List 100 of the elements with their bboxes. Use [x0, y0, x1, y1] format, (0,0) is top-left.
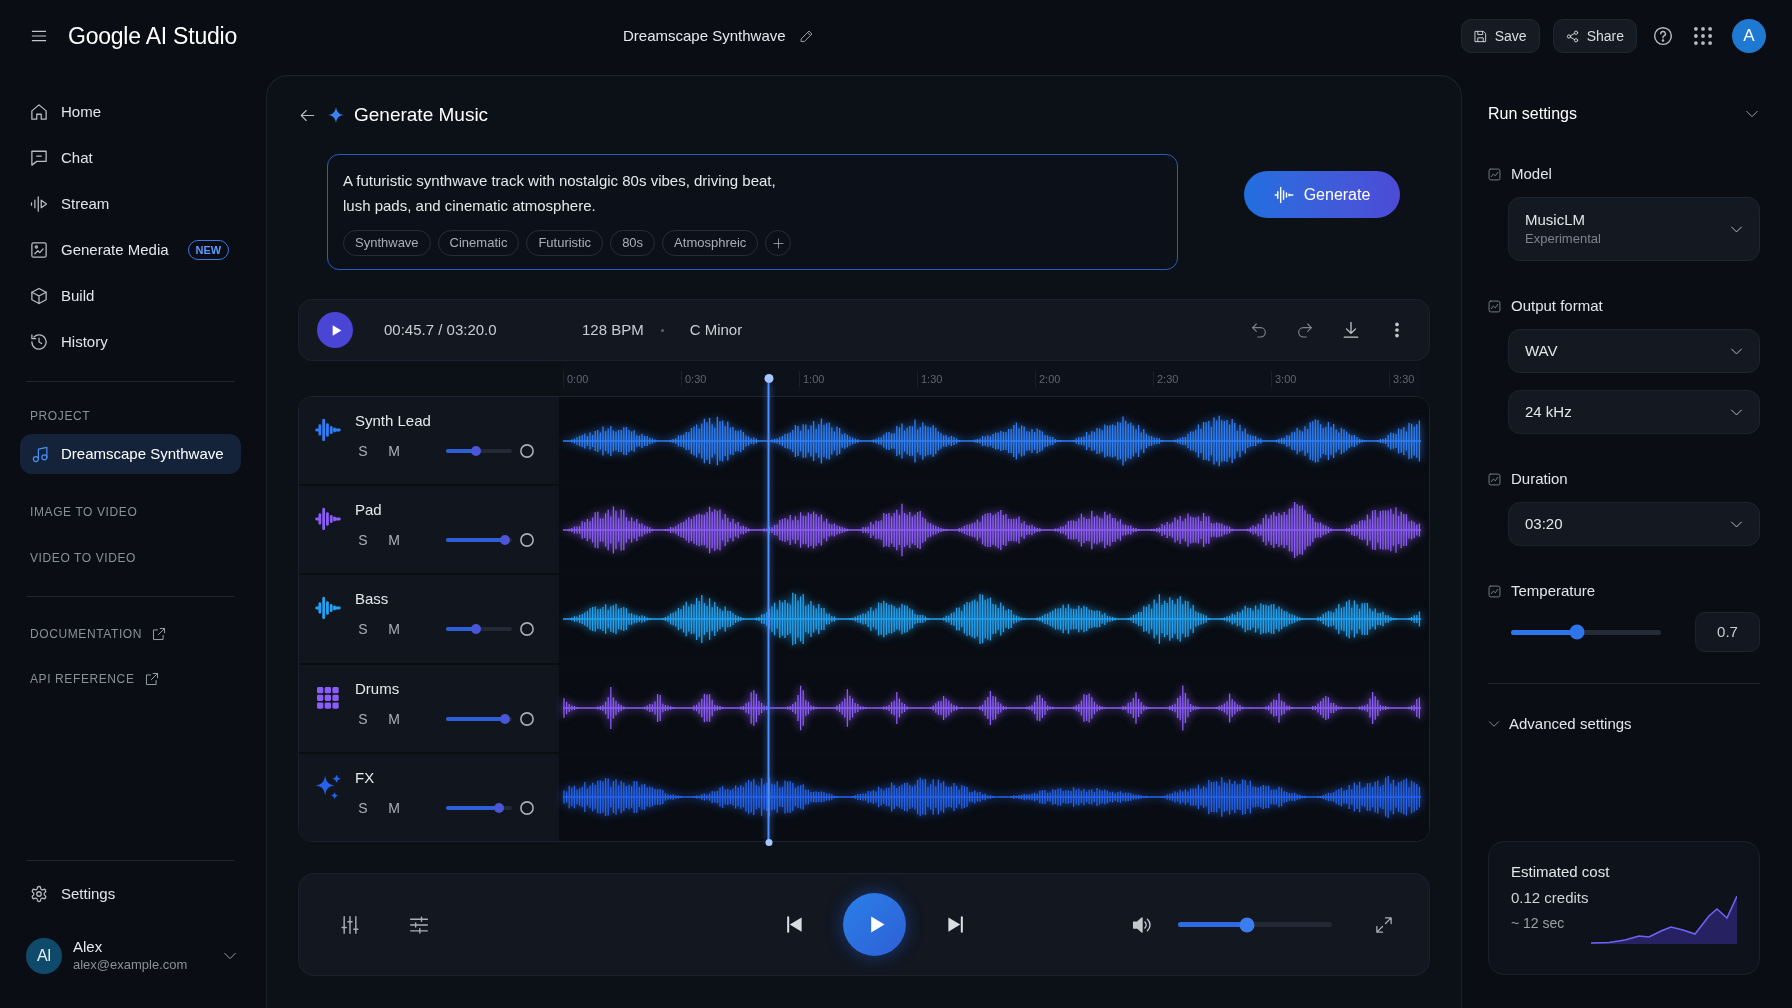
section-link[interactable]: IMAGE TO VIDEO [30, 504, 138, 520]
play-button[interactable] [317, 312, 353, 348]
back-arrow-icon [298, 107, 316, 123]
time-tick: 3:00 [1275, 371, 1297, 386]
mute-button[interactable]: M [385, 708, 403, 729]
chevron-down-icon [1488, 718, 1500, 730]
playhead-handle[interactable] [764, 374, 774, 383]
share-icon [1565, 29, 1579, 43]
chart-icon [1488, 472, 1501, 486]
slider-thumb[interactable] [493, 802, 504, 813]
ring-icon [520, 444, 534, 458]
nav-item[interactable]: Home [20, 89, 241, 135]
user-avatar[interactable]: A [1732, 19, 1766, 53]
expand-icon [1375, 915, 1393, 934]
save-button[interactable]: Save [1460, 19, 1540, 53]
more-icon [1395, 322, 1399, 338]
project-item[interactable]: Dreamscape Synthwave [20, 434, 241, 474]
ring-icon [520, 800, 534, 815]
slider-thumb[interactable] [470, 446, 481, 456]
generate-button[interactable]: Generate [1244, 171, 1400, 218]
user-avatar[interactable]: Al [26, 937, 62, 974]
image-icon [30, 241, 48, 259]
chat-icon [30, 149, 48, 167]
time-tick: 2:30 [1157, 371, 1179, 386]
cost-duration: ~ 12 sec [1511, 914, 1566, 933]
dropdown[interactable]: MusicLM Experimental [1508, 197, 1760, 261]
play-button[interactable] [843, 893, 906, 956]
volume-slider[interactable] [446, 805, 512, 810]
chart-icon [1488, 299, 1501, 313]
stream-icon [30, 195, 48, 213]
external-link-icon [152, 627, 166, 641]
ring-icon [520, 711, 534, 726]
nav-item[interactable]: Chat [20, 135, 241, 181]
nav-item[interactable]: Stream [20, 181, 241, 227]
solo-button[interactable]: S [355, 530, 371, 551]
prompt-input[interactable]: A futuristic synthwave track with nostalgic 80s vibes, driving beat, lush pads, and cinematic atmosphere. [343, 168, 795, 218]
slider-thumb[interactable] [500, 713, 511, 724]
save-icon [1473, 29, 1487, 43]
settings-icon [30, 885, 48, 903]
mute-button[interactable]: M [385, 530, 403, 551]
volume-slider[interactable] [446, 627, 512, 632]
time-tick: 2:00 [1039, 371, 1061, 386]
ring-icon [520, 533, 534, 548]
time-tick: 3:30 [1393, 371, 1415, 386]
project-title: Dreamscape Synthwave [623, 25, 786, 46]
chart-icon [1488, 167, 1501, 181]
setting-label: Output format [1511, 295, 1603, 316]
cube-icon [30, 287, 48, 305]
docs-link[interactable]: DOCUMENTATION [30, 626, 166, 642]
sparkle-icon [327, 106, 345, 124]
dropdown[interactable]: WAV [1508, 329, 1760, 373]
history-icon [30, 333, 48, 351]
cost-title: Estimated cost [1511, 862, 1611, 882]
panel-title: Run settings [1488, 104, 1577, 124]
mute-button[interactable]: M [385, 619, 403, 640]
slider-thumb[interactable] [1239, 917, 1255, 932]
track-name: Drums [355, 678, 400, 699]
volume-slider[interactable] [446, 449, 512, 453]
slider-thumb[interactable] [470, 624, 481, 635]
time-tick: 1:00 [803, 371, 825, 386]
nav-item[interactable]: History [20, 319, 241, 365]
advanced-settings-toggle[interactable]: Advanced settings [1488, 714, 1632, 734]
ring-icon [520, 622, 534, 637]
share-button[interactable]: Share [1552, 19, 1637, 53]
undo-icon [1250, 322, 1268, 338]
setting-label: Duration [1511, 468, 1568, 489]
help-button[interactable] [1652, 25, 1674, 47]
time-tick: 1:30 [921, 371, 943, 386]
external-link-icon [144, 672, 159, 686]
temperature-value[interactable]: 0.7 [1695, 612, 1760, 652]
solo-button[interactable]: S [355, 797, 371, 818]
docs-link[interactable]: API REFERENCE [30, 671, 159, 687]
setting-label: Temperature [1511, 580, 1596, 601]
slider-thumb[interactable] [500, 535, 511, 546]
nav-item[interactable]: Build [20, 273, 241, 319]
solo-button[interactable]: S [355, 708, 371, 729]
time-tick: 0:00 [567, 371, 589, 386]
nav-item[interactable]: Generate Media NEW [20, 227, 241, 273]
track-name: FX [355, 767, 375, 788]
mute-button[interactable]: M [385, 441, 403, 461]
volume-slider[interactable] [446, 716, 512, 721]
music-note-icon [32, 445, 49, 463]
menu-icon [29, 28, 49, 44]
solo-button[interactable]: S [355, 619, 371, 640]
download-icon [1342, 321, 1360, 339]
settings-button[interactable]: Settings [20, 874, 126, 914]
pencil-icon [799, 29, 814, 43]
dropdown[interactable]: 03:20 [1508, 502, 1760, 546]
section-link[interactable]: VIDEO TO VIDEO [30, 550, 136, 566]
volume-slider[interactable] [446, 538, 512, 543]
apps-button[interactable] [1692, 25, 1714, 47]
mute-button[interactable]: M [385, 797, 403, 818]
track-name: Bass [355, 589, 389, 610]
skip-back-icon [784, 915, 804, 934]
dropdown[interactable]: 24 kHz [1508, 390, 1760, 434]
waveform-icon [1273, 184, 1294, 205]
section-heading: PROJECT [30, 408, 91, 424]
solo-button[interactable]: S [355, 441, 371, 461]
key-label: C Minor [689, 319, 743, 340]
setting-label: Model [1511, 163, 1552, 184]
